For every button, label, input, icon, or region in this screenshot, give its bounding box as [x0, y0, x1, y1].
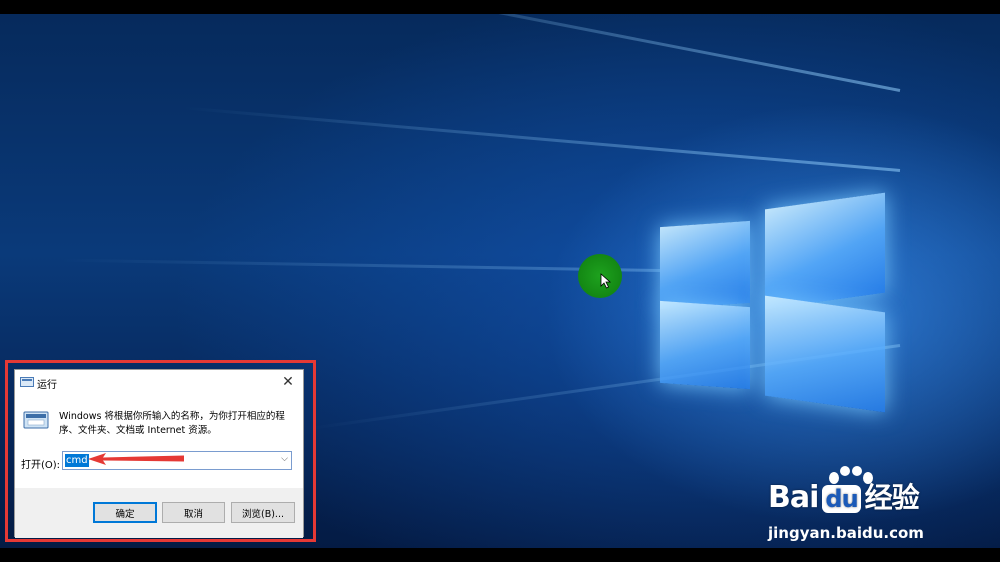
chevron-down-icon[interactable]: ⌵ — [281, 454, 288, 464]
watermark-url: jingyan.baidu.com — [768, 524, 924, 542]
logo-pane — [660, 300, 750, 390]
logo-pane — [765, 295, 885, 413]
run-dialog: 运行 ✕ Windows 将根据你所输入的名称，为你打开相应的程序、文件夹、文档… — [14, 369, 304, 538]
run-icon — [20, 377, 34, 387]
dialog-title: 运行 — [37, 380, 57, 391]
dialog-titlebar[interactable]: 运行 ✕ — [15, 370, 303, 394]
light-beam — [291, 14, 901, 92]
windows-logo — [655, 184, 895, 444]
light-beam — [60, 258, 661, 272]
logo-pane — [765, 192, 885, 310]
close-button[interactable]: ✕ — [273, 370, 303, 394]
mouse-cursor-icon — [600, 273, 612, 289]
open-label: 打开(O): — [21, 460, 61, 471]
ok-button[interactable]: 确定 — [93, 502, 157, 523]
browse-button[interactable]: 浏览(B)... — [231, 502, 295, 523]
run-program-icon — [23, 411, 49, 429]
logo-pane — [660, 220, 750, 310]
light-beam — [182, 106, 901, 172]
baidu-paw-icon — [829, 466, 873, 484]
close-icon: ✕ — [282, 374, 294, 390]
button-bar: 确定 取消 浏览(B)... — [15, 488, 303, 538]
red-arrow-annotation-icon — [88, 453, 184, 465]
letterbox-bottom — [0, 548, 1000, 562]
letterbox-top — [0, 0, 1000, 14]
cancel-button[interactable]: 取消 — [162, 502, 225, 523]
dialog-description: Windows 将根据你所输入的名称，为你打开相应的程序、文件夹、文档或 Int… — [59, 411, 285, 436]
